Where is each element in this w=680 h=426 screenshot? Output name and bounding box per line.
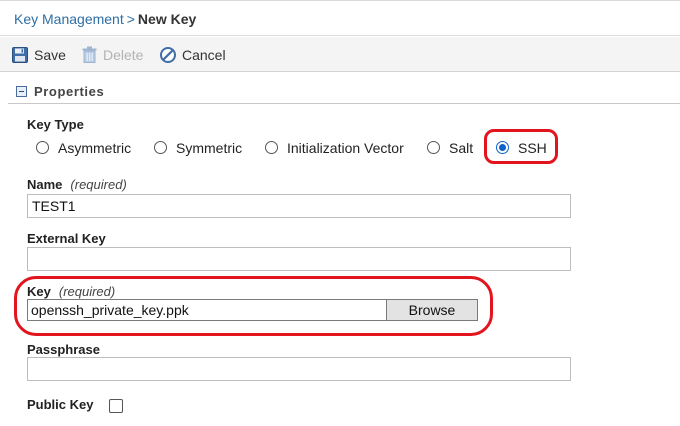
passphrase-input[interactable] [27,357,571,381]
key-type-label: Key Type [27,117,84,132]
key-management-new-key-page: Key Management > New Key Save Delete Can… [0,0,680,426]
name-label: Name (required) [27,177,127,192]
toolbar: Save Delete Cancel [0,37,680,72]
external-key-label: External Key [27,231,106,246]
properties-section-title: Properties [34,84,105,99]
floppy-disk-icon [12,46,28,63]
external-key-input[interactable] [27,247,571,271]
breadcrumb: Key Management > New Key [0,0,680,36]
cancel-circle-icon [160,46,176,63]
radio-asymmetric[interactable]: Asymmetric [36,138,131,158]
radio-ssh[interactable]: SSH [496,138,547,158]
radio-circle[interactable] [36,140,49,154]
passphrase-label: Passphrase [27,342,100,357]
save-button[interactable]: Save [12,37,66,72]
radio-label-initialization-vector: Initialization Vector [287,140,404,156]
breadcrumb-separator: > [126,11,135,27]
save-button-label: Save [34,46,66,63]
radio-label-ssh: SSH [518,140,547,156]
name-label-text: Name [27,177,63,192]
breadcrumb-current: New Key [137,11,197,27]
radio-label-salt: Salt [449,140,474,156]
cancel-button[interactable]: Cancel [160,37,226,72]
delete-button[interactable]: Delete [82,37,143,72]
radio-circle[interactable] [427,140,440,154]
properties-section-header[interactable]: Properties [8,80,680,104]
public-key-checkbox[interactable] [109,399,123,413]
radio-initialization-vector[interactable]: Initialization Vector [265,138,404,158]
name-input[interactable]: TEST1 [27,194,571,218]
collapse-minus-icon[interactable] [16,86,27,97]
delete-button-label: Delete [103,46,144,63]
radio-label-asymmetric: Asymmetric [58,140,132,156]
radio-salt[interactable]: Salt [427,138,473,158]
key-file-picker: openssh_private_key.ppk Browse [27,299,478,321]
radio-label-symmetric: Symmetric [176,140,243,156]
radio-symmetric[interactable]: Symmetric [154,138,242,158]
key-label: Key (required) [27,284,115,299]
radio-circle-selected[interactable] [496,140,509,154]
name-required-note: (required) [70,177,127,192]
key-required-note: (required) [58,284,116,299]
public-key-label: Public Key [27,397,94,412]
radio-circle[interactable] [265,140,278,154]
browse-button[interactable]: Browse [386,299,478,321]
breadcrumb-link-key-management[interactable]: Key Management [14,11,124,27]
radio-circle[interactable] [154,140,167,154]
cancel-button-label: Cancel [182,46,226,63]
trash-icon [82,46,97,63]
key-file-input[interactable]: openssh_private_key.ppk [27,299,388,321]
key-label-text: Key [27,284,51,299]
